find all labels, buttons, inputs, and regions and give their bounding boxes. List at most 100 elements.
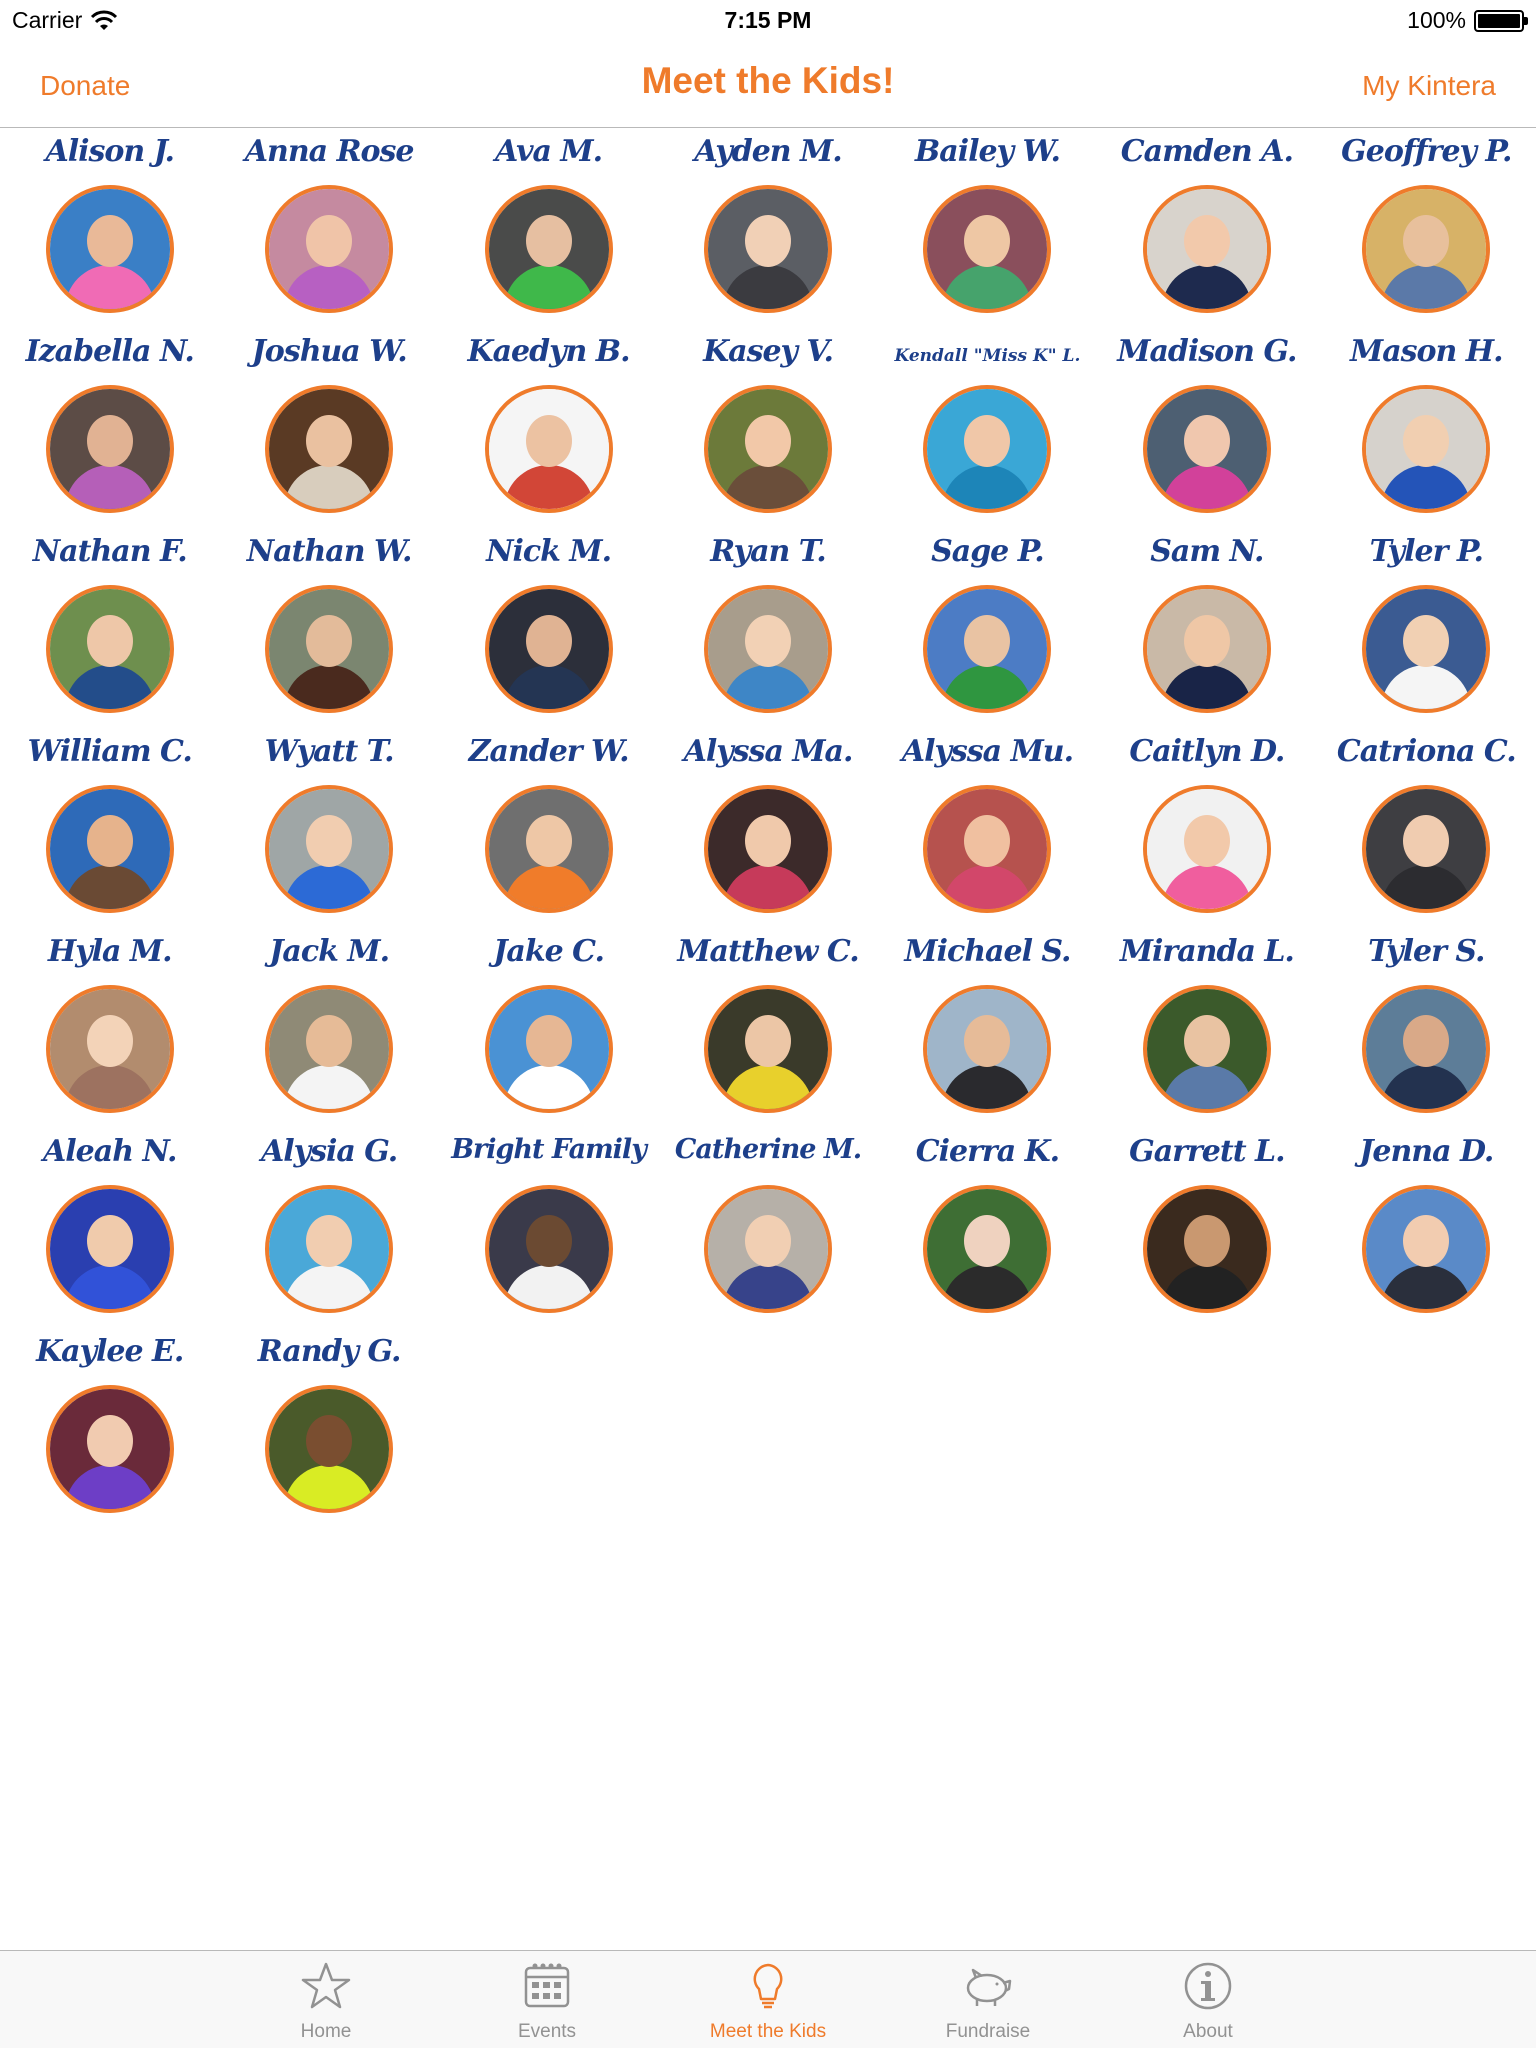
kid-card[interactable]: Nathan W.	[219, 530, 438, 730]
kid-card[interactable]: Hyla M.	[0, 930, 219, 1130]
kid-photo[interactable]	[923, 785, 1052, 913]
kid-photo[interactable]	[1362, 385, 1491, 513]
kid-card[interactable]: Joshua W.	[219, 330, 438, 530]
tab-fundraise[interactable]: Fundraise	[908, 1951, 1068, 2048]
kid-card[interactable]: Catherine M.	[658, 1130, 877, 1330]
kid-photo[interactable]	[1142, 1185, 1271, 1313]
kid-name: Ava M.	[495, 134, 603, 169]
kid-photo[interactable]	[265, 785, 394, 913]
kid-card[interactable]: Sage P.	[878, 530, 1097, 730]
kid-card[interactable]: Sam N.	[1097, 530, 1316, 730]
kid-photo[interactable]	[484, 985, 613, 1113]
my-kintera-button[interactable]: My Kintera	[1362, 70, 1496, 102]
kid-photo[interactable]	[923, 385, 1052, 513]
kid-photo[interactable]	[703, 785, 832, 913]
kid-photo[interactable]	[1142, 185, 1271, 313]
kid-card[interactable]: Ayden M.	[658, 130, 877, 330]
kid-photo[interactable]	[703, 185, 832, 313]
kid-photo[interactable]	[1362, 985, 1491, 1113]
kid-card[interactable]: Kaedyn B.	[439, 330, 658, 530]
kid-photo[interactable]	[703, 585, 832, 713]
kid-photo[interactable]	[45, 785, 174, 913]
kid-photo[interactable]	[45, 985, 174, 1113]
kid-photo[interactable]	[265, 585, 394, 713]
kid-card[interactable]: Camden A.	[1097, 130, 1316, 330]
kid-photo[interactable]	[45, 385, 174, 513]
kid-card[interactable]: Mason H.	[1317, 330, 1536, 530]
kid-photo[interactable]	[1362, 185, 1491, 313]
kid-photo[interactable]	[1142, 585, 1271, 713]
kid-photo[interactable]	[1142, 385, 1271, 513]
info-icon	[1184, 1962, 1232, 2010]
kid-photo[interactable]	[1362, 1185, 1491, 1313]
kid-photo[interactable]	[265, 1185, 394, 1313]
kid-photo[interactable]	[923, 585, 1052, 713]
kid-photo[interactable]	[484, 585, 613, 713]
kid-card[interactable]: Bailey W.	[878, 130, 1097, 330]
kid-name: Sage P.	[931, 534, 1045, 569]
kid-card[interactable]: Aleah N.	[0, 1130, 219, 1330]
kid-photo[interactable]	[45, 1185, 174, 1313]
kid-card[interactable]: Randy G.	[219, 1330, 438, 1530]
kid-photo[interactable]	[703, 985, 832, 1113]
kid-card[interactable]: Jake C.	[439, 930, 658, 1130]
kid-photo[interactable]	[923, 985, 1052, 1113]
kid-photo[interactable]	[484, 1185, 613, 1313]
kid-photo[interactable]	[484, 785, 613, 913]
kid-card[interactable]: Miranda L.	[1097, 930, 1316, 1130]
kid-card[interactable]: Cierra K.	[878, 1130, 1097, 1330]
kid-card[interactable]: Caitlyn D.	[1097, 730, 1316, 930]
kid-photo[interactable]	[703, 1185, 832, 1313]
kid-photo[interactable]	[703, 385, 832, 513]
kid-card[interactable]: Geoffrey P.	[1317, 130, 1536, 330]
kid-photo[interactable]	[1142, 785, 1271, 913]
kid-card[interactable]: Alyssa Mu.	[878, 730, 1097, 930]
kid-card[interactable]: Alyssa Ma.	[658, 730, 877, 930]
kid-photo[interactable]	[1362, 785, 1491, 913]
kid-card[interactable]: Catriona C.	[1317, 730, 1536, 930]
kid-photo[interactable]	[265, 385, 394, 513]
kid-card[interactable]: Ava M.	[439, 130, 658, 330]
kid-card[interactable]: Kasey V.	[658, 330, 877, 530]
kid-card[interactable]: Jenna D.	[1317, 1130, 1536, 1330]
kid-card[interactable]: Nick M.	[439, 530, 658, 730]
status-bar: Carrier 7:15 PM 100%	[0, 0, 1536, 40]
kid-card[interactable]: Nathan F.	[0, 530, 219, 730]
tab-meet-the-kids[interactable]: Meet the Kids	[688, 1951, 848, 2048]
kid-photo[interactable]	[1362, 585, 1491, 713]
kid-photo[interactable]	[45, 585, 174, 713]
tab-events[interactable]: Events	[467, 1951, 627, 2048]
kid-card[interactable]: Izabella N.	[0, 330, 219, 530]
kid-card[interactable]: William C.	[0, 730, 219, 930]
kid-photo[interactable]	[923, 1185, 1052, 1313]
kid-card[interactable]: Alison J.	[0, 130, 219, 330]
kid-photo[interactable]	[265, 985, 394, 1113]
kid-photo[interactable]	[45, 1385, 174, 1513]
kid-name: Jenna D.	[1359, 1134, 1494, 1169]
kid-card[interactable]: Alysia G.	[219, 1130, 438, 1330]
kid-card[interactable]: Wyatt T.	[219, 730, 438, 930]
kid-card[interactable]: Tyler S.	[1317, 930, 1536, 1130]
kid-card[interactable]: Michael S.	[878, 930, 1097, 1130]
kid-card[interactable]: Tyler P.	[1317, 530, 1536, 730]
kid-card[interactable]: Jack M.	[219, 930, 438, 1130]
tab-about[interactable]: About	[1128, 1951, 1288, 2048]
kid-photo[interactable]	[265, 1385, 394, 1513]
kid-card[interactable]: Bright Family	[439, 1130, 658, 1330]
kid-card[interactable]: Kendall "Miss K" L.	[878, 330, 1097, 530]
kid-photo[interactable]	[484, 385, 613, 513]
kid-card[interactable]: Zander W.	[439, 730, 658, 930]
kid-card[interactable]: Matthew C.	[658, 930, 877, 1130]
kid-card[interactable]: Ryan T.	[658, 530, 877, 730]
calendar-icon	[524, 1963, 570, 2008]
kid-card[interactable]: Garrett L.	[1097, 1130, 1316, 1330]
kid-photo[interactable]	[923, 185, 1052, 313]
kid-photo[interactable]	[45, 185, 174, 313]
kid-card[interactable]: Anna Rose	[219, 130, 438, 330]
kid-photo[interactable]	[265, 185, 394, 313]
kid-card[interactable]: Madison G.	[1097, 330, 1316, 530]
kid-card[interactable]: Kaylee E.	[0, 1330, 219, 1530]
kid-photo[interactable]	[484, 185, 613, 313]
kid-photo[interactable]	[1142, 985, 1271, 1113]
tab-home[interactable]: Home	[246, 1951, 406, 2048]
